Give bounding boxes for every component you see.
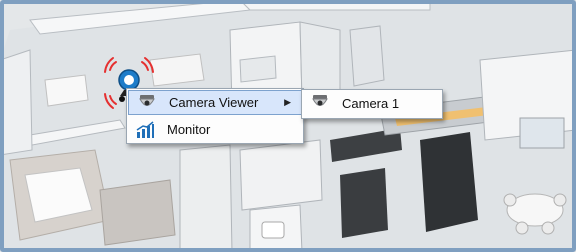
- window-frame: [0, 0, 576, 252]
